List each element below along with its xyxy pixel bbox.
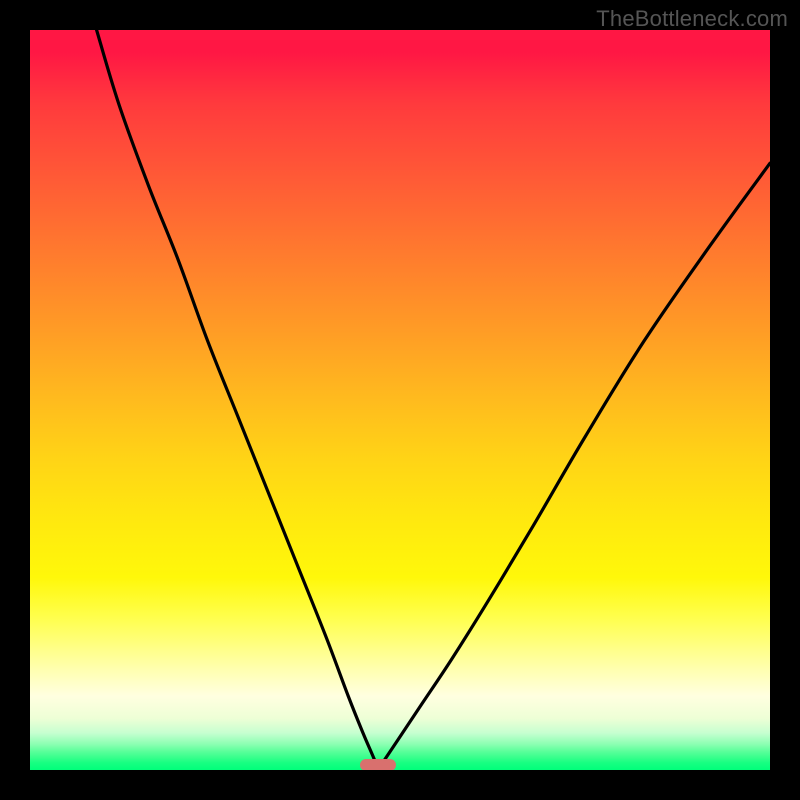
watermark-text: TheBottleneck.com <box>596 6 788 32</box>
chart-curve-svg <box>30 30 770 770</box>
curve-left <box>97 30 378 770</box>
minimum-marker <box>360 759 396 770</box>
plot-area <box>30 30 770 770</box>
curve-right <box>378 163 770 770</box>
